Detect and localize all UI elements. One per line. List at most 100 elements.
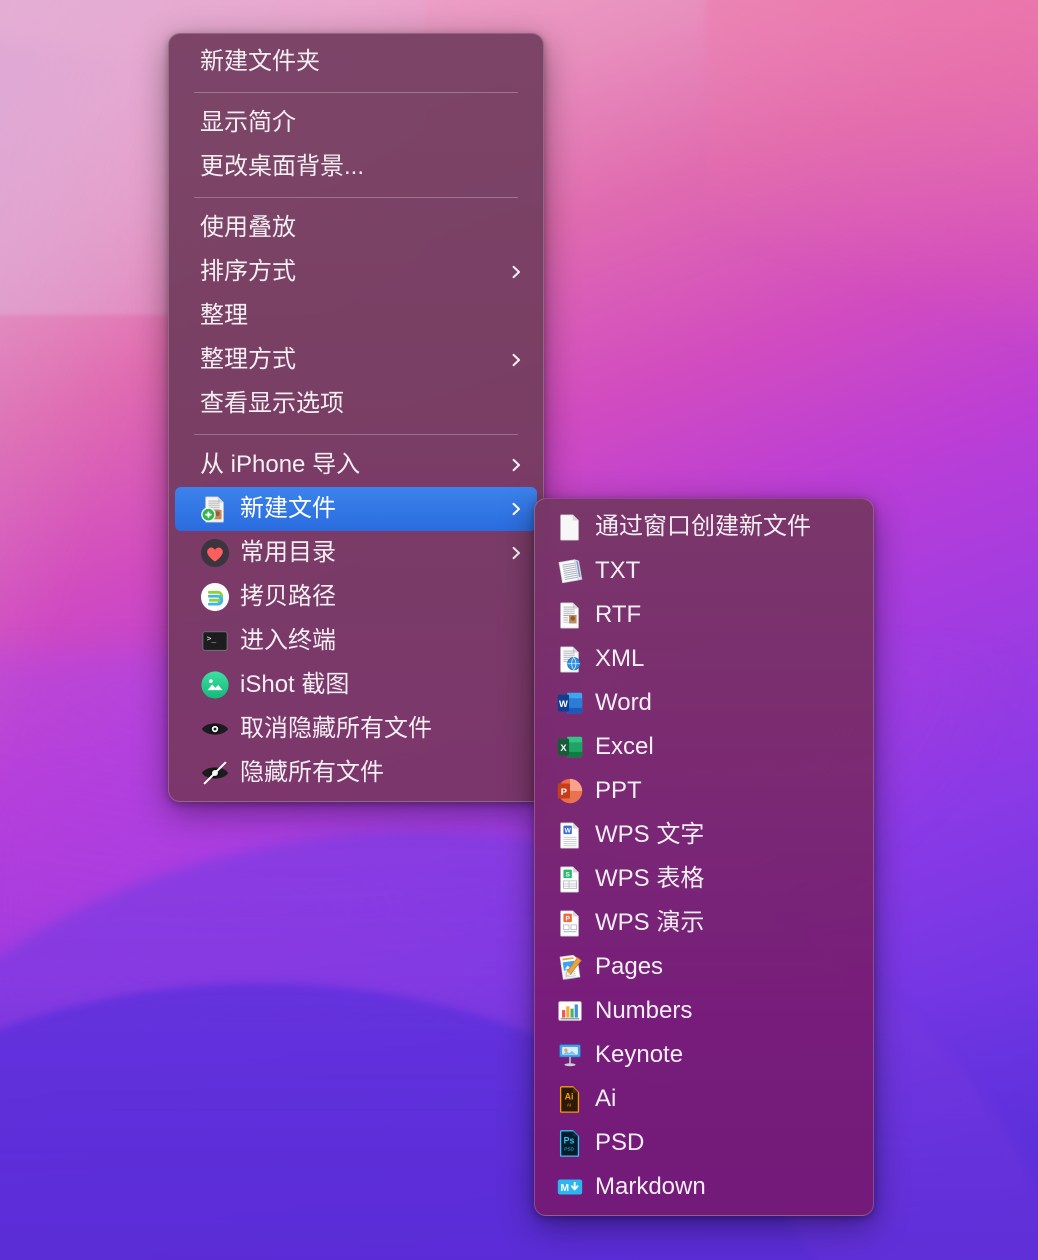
menu-item-label: 新建文件 [240, 495, 336, 522]
menu-item-label: 进入终端 [240, 627, 336, 654]
menu-item-eye[interactable]: 取消隐藏所有文件 [175, 707, 537, 751]
chevron-right-icon [510, 458, 523, 472]
submenu-item-label: Word [595, 689, 652, 716]
menu-item-eye-slash[interactable]: 隐藏所有文件 [175, 751, 537, 795]
menu-item-g2-4[interactable]: 查看显示选项 [175, 382, 537, 426]
menu-item-label: 排序方式 [200, 258, 296, 285]
submenu-item-powerpoint[interactable]: P PPT [541, 769, 867, 813]
submenu-item-illustrator[interactable]: Ai AI Ai [541, 1077, 867, 1121]
eye-icon [200, 714, 230, 744]
menu-item-label: 整理 [200, 302, 248, 329]
menu-item-label: 新建文件夹 [200, 48, 320, 75]
wps-presentation-icon: P [555, 908, 585, 938]
markdown-icon: M [555, 1172, 585, 1202]
submenu-item-label: WPS 表格 [595, 865, 705, 892]
chevron-right-icon [510, 502, 523, 516]
submenu-item-rtf[interactable]: RTF [541, 593, 867, 637]
wallpaper-bottom-glow [0, 982, 1038, 1260]
menu-item-label: 更改桌面背景... [200, 153, 365, 180]
submenu-item-pages[interactable]: Pages [541, 945, 867, 989]
keynote-icon [555, 1040, 585, 1070]
menu-item-copy-path[interactable]: 拷贝路径 [175, 575, 537, 619]
submenu-item-label: Excel [595, 733, 654, 760]
menu-item-g2-2[interactable]: 整理 [175, 294, 537, 338]
submenu-item-wps-writer[interactable]: W WPS 文字 [541, 813, 867, 857]
submenu-item-markdown[interactable]: M Markdown [541, 1165, 867, 1209]
submenu-item-label: 通过窗口创建新文件 [595, 513, 811, 540]
submenu-item-label: Ai [595, 1085, 617, 1112]
svg-text:W: W [565, 828, 572, 835]
menu-item-label: 使用叠放 [200, 214, 296, 241]
wallpaper-highlight-top-right [705, 0, 1038, 404]
new-file-submenu[interactable]: 通过窗口创建新文件 TXT RTF XML W Word X Excel P P… [534, 498, 874, 1216]
submenu-item-xml[interactable]: XML [541, 637, 867, 681]
wps-writer-icon: W [555, 820, 585, 850]
terminal-icon: >_ [200, 626, 230, 656]
menu-item-label: 取消隐藏所有文件 [240, 715, 432, 742]
finder-desktop-context-menu[interactable]: 新建文件夹显示简介更改桌面背景... 使用叠放排序方式 整理整理方式 查看显示选项… [168, 33, 544, 802]
menu-item-label: 查看显示选项 [200, 390, 344, 417]
svg-text:AI: AI [567, 1103, 571, 1108]
ishot-icon [200, 670, 230, 700]
menu-item-new-file-doc[interactable]: 新建文件 [175, 487, 537, 531]
menu-separator [194, 434, 518, 435]
submenu-item-excel[interactable]: X Excel [541, 725, 867, 769]
submenu-item-blank-doc[interactable]: 通过窗口创建新文件 [541, 505, 867, 549]
svg-text:S: S [565, 872, 570, 879]
submenu-item-wps-presentation[interactable]: P WPS 演示 [541, 901, 867, 945]
submenu-item-photoshop[interactable]: Ps PSD PSD [541, 1121, 867, 1165]
menu-separator [194, 92, 518, 93]
submenu-item-label: PSD [595, 1129, 645, 1156]
menu-item-g1-1[interactable]: 更改桌面背景... [175, 145, 537, 189]
menu-item-g3-0[interactable]: 从 iPhone 导入 [175, 443, 537, 487]
submenu-item-txt[interactable]: TXT [541, 549, 867, 593]
photoshop-icon: Ps PSD [555, 1128, 585, 1158]
submenu-item-keynote[interactable]: Keynote [541, 1033, 867, 1077]
submenu-item-wps-spreadsheet[interactable]: S WPS 表格 [541, 857, 867, 901]
submenu-item-numbers[interactable]: Numbers [541, 989, 867, 1033]
copy-path-icon [200, 582, 230, 612]
svg-text:>_: >_ [207, 634, 217, 643]
menu-item-label: 隐藏所有文件 [240, 759, 384, 786]
chevron-right-icon [510, 353, 523, 367]
chevron-right-icon [510, 546, 523, 560]
menu-item-ishot[interactable]: iShot 截图 [175, 663, 537, 707]
illustrator-icon: Ai AI [555, 1084, 585, 1114]
submenu-item-label: TXT [595, 557, 641, 584]
svg-text:P: P [561, 787, 567, 797]
menu-item-g0-0[interactable]: 新建文件夹 [175, 40, 537, 84]
svg-text:P: P [565, 916, 570, 923]
menu-item-heart[interactable]: 常用目录 [175, 531, 537, 575]
menu-item-label: 整理方式 [200, 346, 296, 373]
submenu-item-label: Keynote [595, 1041, 684, 1068]
xml-icon [555, 644, 585, 674]
svg-text:Ai: Ai [565, 1091, 574, 1101]
menu-item-label: 常用目录 [240, 539, 336, 566]
txt-icon [555, 556, 585, 586]
submenu-item-label: WPS 文字 [595, 821, 705, 848]
heart-icon [200, 538, 230, 568]
svg-text:W: W [559, 699, 568, 709]
submenu-item-label: Pages [595, 953, 664, 980]
new-file-doc-icon [200, 494, 230, 524]
menu-item-label: iShot 截图 [240, 671, 350, 698]
submenu-item-label: RTF [595, 601, 642, 628]
svg-text:PSD: PSD [564, 1147, 574, 1152]
eye-slash-icon [200, 758, 230, 788]
submenu-item-label: PPT [595, 777, 642, 804]
menu-item-g2-3[interactable]: 整理方式 [175, 338, 537, 382]
wps-spreadsheet-icon: S [555, 864, 585, 894]
menu-separator [194, 197, 518, 198]
numbers-icon [555, 996, 585, 1026]
submenu-item-word[interactable]: W Word [541, 681, 867, 725]
submenu-item-label: Numbers [595, 997, 693, 1024]
menu-item-g1-0[interactable]: 显示简介 [175, 101, 537, 145]
menu-item-terminal[interactable]: >_ 进入终端 [175, 619, 537, 663]
menu-item-g2-1[interactable]: 排序方式 [175, 250, 537, 294]
svg-text:X: X [560, 743, 567, 753]
pages-icon [555, 952, 585, 982]
submenu-item-label: XML [595, 645, 645, 672]
menu-item-g2-0[interactable]: 使用叠放 [175, 206, 537, 250]
blank-doc-icon [555, 512, 585, 542]
excel-icon: X [555, 732, 585, 762]
